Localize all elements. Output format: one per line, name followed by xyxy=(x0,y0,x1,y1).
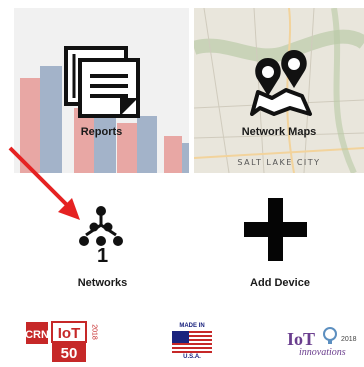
iot-innovations-logo: IoT 2018 innovations xyxy=(287,327,357,358)
map-city-label: SALT LAKE CITY xyxy=(237,158,321,167)
plus-icon xyxy=(225,195,335,265)
reports-label: Reports xyxy=(80,126,123,138)
fifty-text: 50 xyxy=(61,345,78,362)
crn-text: CRN xyxy=(25,329,49,341)
report-document-icon xyxy=(64,46,140,118)
networks-button[interactable]: 1 Networks xyxy=(50,195,155,295)
network-maps-label: Network Maps xyxy=(241,126,317,138)
networks-label: Networks xyxy=(77,277,128,289)
network-maps-tile[interactable]: Network Maps SALT LAKE CITY xyxy=(194,8,364,173)
crn-iot50-logo: CRN IoT 50 2018 xyxy=(25,321,98,362)
crn-year-text: 2018 xyxy=(91,324,98,340)
map-pins-icon xyxy=(250,50,312,116)
made-in-usa-logo: MADE IN U.S.A. xyxy=(168,322,216,362)
iot-innov-year: 2018 xyxy=(341,336,357,343)
networks-count: 1 xyxy=(96,245,109,267)
add-device-button[interactable]: Add Device xyxy=(225,195,335,295)
add-device-label: Add Device xyxy=(250,277,310,289)
made-in-text: MADE IN xyxy=(179,323,205,329)
iot-text: IoT xyxy=(58,325,81,342)
usa-text: U.S.A. xyxy=(183,354,201,360)
iot-innov-text: IoT xyxy=(287,329,315,349)
usa-flag-icon xyxy=(172,331,212,353)
innovations-text: innovations xyxy=(299,347,346,358)
